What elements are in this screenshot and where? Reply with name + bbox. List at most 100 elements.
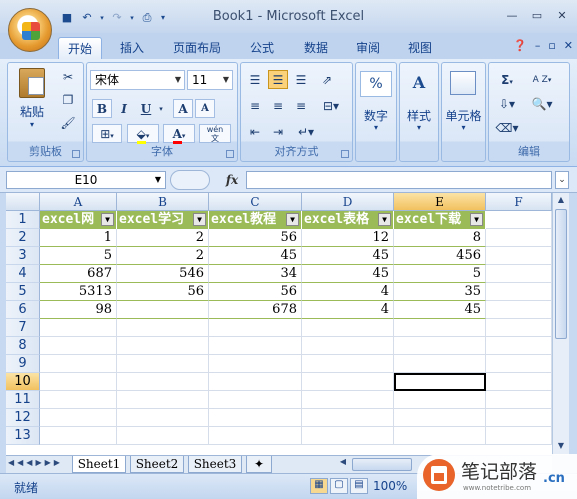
header-cell[interactable]: excel学习 ▼ [117,211,209,229]
header-cell[interactable]: excel教程 ▼ [209,211,302,229]
worksheet-grid[interactable]: A B C D E F 1 excel网 ▼ excel学习 ▼ excel教程 ▼ excel表格 ▼ ex… [6,193,552,455]
cell[interactable] [486,409,552,427]
formula-expand-icon[interactable]: ⌄ [555,171,569,189]
decrease-indent-icon[interactable]: ⇤ [245,122,265,141]
sheet-nav-icon[interactable]: ◀◀◀▶▶▶ [8,458,63,467]
cell[interactable] [209,391,302,409]
filter-dropdown-icon[interactable]: ▼ [378,213,391,226]
cell[interactable] [394,391,486,409]
cell[interactable] [209,427,302,445]
cell[interactable] [209,409,302,427]
cell[interactable]: 45 [302,265,394,283]
cell[interactable] [40,319,117,337]
clear-icon[interactable]: ⌫▾ [493,118,521,137]
cell[interactable] [209,337,302,355]
cell[interactable] [394,427,486,445]
cell[interactable]: 5313 [40,283,117,301]
row-header-3[interactable]: 3 [6,247,40,265]
align-top-icon[interactable]: ☰ [245,70,265,89]
copy-icon[interactable]: ❐ [58,90,78,109]
cell[interactable]: 5 [40,247,117,265]
cell[interactable]: 456 [394,247,486,265]
cell[interactable]: 45 [209,247,302,265]
cell[interactable] [302,355,394,373]
row-header-9[interactable]: 9 [6,355,40,373]
cell[interactable] [302,391,394,409]
cut-icon[interactable]: ✂ [58,67,78,86]
cell[interactable]: 678 [209,301,302,319]
filter-dropdown-icon[interactable]: ▼ [193,213,206,226]
cell[interactable] [40,355,117,373]
page-layout-view-icon[interactable]: ▢ [330,478,348,494]
cell[interactable] [302,337,394,355]
format-painter-icon[interactable]: 🖌 [58,113,78,132]
cell[interactable]: 98 [40,301,117,319]
autosum-icon[interactable]: Σ▾ [493,70,521,89]
merge-center-icon[interactable]: ⊟▾ [317,96,345,115]
fill-color-button[interactable]: ⬙▾ [127,124,159,144]
cell[interactable]: 45 [302,247,394,265]
row-header-4[interactable]: 4 [6,265,40,283]
cell[interactable] [394,355,486,373]
orientation-icon[interactable]: ⇗ [317,70,337,89]
borders-button[interactable]: ⊞▾ [92,124,122,143]
find-select-icon[interactable]: 🔍▾ [525,94,559,113]
cell[interactable] [117,319,209,337]
row-header-10[interactable]: 10 [6,373,40,391]
row-header-5[interactable]: 5 [6,283,40,301]
shrink-font-button[interactable]: A [195,99,215,118]
row-header-1[interactable]: 1 [6,211,40,229]
cell[interactable]: 56 [209,229,302,247]
sort-filter-icon[interactable]: A Z▾ [525,70,559,89]
cell[interactable] [209,373,302,391]
cell[interactable]: 12 [302,229,394,247]
cell[interactable] [486,427,552,445]
tab-review[interactable]: 审阅 [346,37,390,59]
row-header-8[interactable]: 8 [6,337,40,355]
office-button[interactable] [8,8,52,52]
help-icon[interactable]: ❓ [513,39,527,52]
increase-indent-icon[interactable]: ⇥ [268,122,288,141]
filter-dropdown-icon[interactable]: ▼ [101,213,114,226]
cell[interactable] [209,355,302,373]
row-header-11[interactable]: 11 [6,391,40,409]
cell[interactable] [486,283,552,301]
cell[interactable] [486,355,552,373]
cell[interactable] [486,247,552,265]
clipboard-launcher-icon[interactable] [72,150,80,158]
select-all-corner[interactable] [6,193,40,211]
align-bottom-icon[interactable]: ☰ [291,70,311,89]
cell[interactable] [117,391,209,409]
cell[interactable] [117,409,209,427]
align-middle-icon[interactable]: ☰ [268,70,288,89]
tab-formulas[interactable]: 公式 [240,37,284,59]
group-cells[interactable]: 单元格 ▾ [441,62,486,162]
sheet-tab-3[interactable]: Sheet3 [188,456,242,473]
column-header-d[interactable]: D [302,193,394,211]
row-header-2[interactable]: 2 [6,229,40,247]
name-box-dropdown-icon[interactable]: ▼ [155,172,161,188]
cell[interactable]: 5 [394,265,486,283]
cell[interactable] [40,373,117,391]
phonetic-button[interactable]: wén 文 [199,124,231,143]
grow-font-button[interactable]: A [173,99,193,118]
ribbon-minimize-icon[interactable]: – [535,39,541,52]
italic-button[interactable]: I [114,99,134,118]
font-name-combo[interactable]: 宋体 ▼ [90,70,185,90]
cell[interactable] [486,265,552,283]
font-launcher-icon[interactable] [226,150,234,158]
tab-home[interactable]: 开始 [58,37,102,59]
cell[interactable] [486,373,552,391]
cell[interactable] [394,337,486,355]
cell[interactable] [394,409,486,427]
zoom-level[interactable]: 100% [373,479,407,493]
column-header-e[interactable]: E [394,193,486,211]
header-cell[interactable]: excel表格 ▼ [302,211,394,229]
name-box[interactable]: E10 ▼ [6,171,166,189]
cell[interactable]: 8 [394,229,486,247]
font-color-button[interactable]: A▾ [163,124,195,144]
formula-expand-handle[interactable] [170,170,210,190]
cell[interactable] [40,337,117,355]
row-header-7[interactable]: 7 [6,319,40,337]
maximize-icon[interactable]: ▭ [526,7,548,25]
